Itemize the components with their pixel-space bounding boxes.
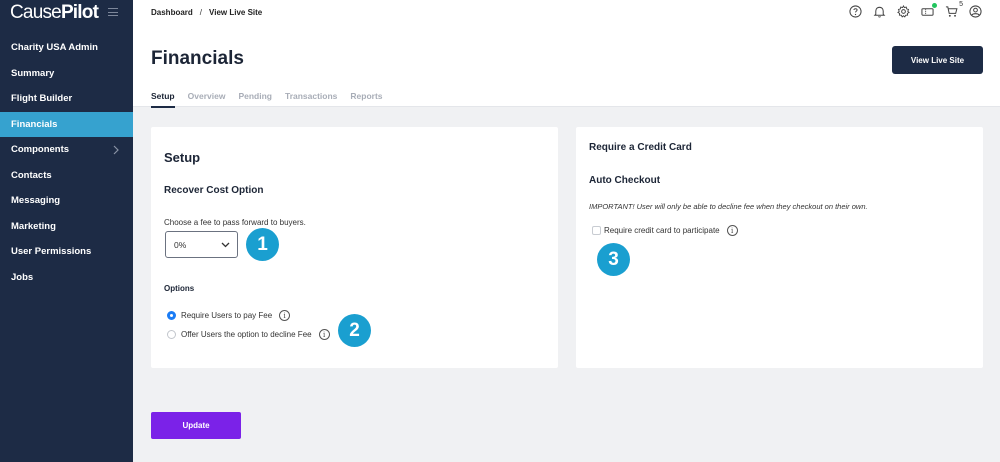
sidebar-item-charity-usa-admin[interactable]: Charity USA Admin [0, 35, 133, 61]
radio-require-fee[interactable] [167, 311, 176, 320]
info-icon[interactable]: i [318, 329, 330, 340]
chevron-down-icon [221, 242, 230, 248]
sidebar-item-contacts[interactable]: Contacts [0, 163, 133, 189]
tab-transactions[interactable]: Transactions [285, 91, 337, 108]
sidebar-item-label: Messaging [11, 195, 61, 207]
fee-select-value: 0% [174, 239, 187, 250]
breadcrumb-view-live-site[interactable]: View Live Site [209, 8, 262, 17]
sidebar-item-user-permissions[interactable]: User Permissions [0, 239, 133, 265]
option-decline-label: Offer Users the option to decline Fee [181, 330, 312, 339]
sidebar-item-label: Financials [11, 118, 58, 130]
sidebar-item-label: Contacts [11, 169, 52, 181]
bell-icon[interactable] [873, 5, 886, 18]
sidebar: CausePilot Charity USA Admin Summary Fli… [0, 0, 133, 462]
sidebar-item-label: Jobs [11, 271, 34, 283]
tab-setup[interactable]: Setup [151, 91, 175, 108]
sidebar-item-label: Marketing [11, 220, 56, 232]
cart-icon[interactable]: 5 [945, 1, 963, 18]
update-button[interactable]: Update [151, 412, 241, 439]
sidebar-item-label: User Permissions [11, 246, 92, 258]
auto-checkout-heading: Auto Checkout [589, 175, 661, 186]
ticket-status-dot [932, 3, 937, 8]
user-icon[interactable] [969, 5, 982, 18]
setup-card: Setup Recover Cost Option Choose a fee t… [151, 127, 558, 368]
option-require-label: Require Users to pay Fee [181, 311, 273, 320]
credit-card-title: Require a Credit Card [589, 142, 692, 153]
chevron-right-icon [113, 145, 119, 155]
tabs: Setup Overview Pending Transactions Repo… [151, 91, 383, 108]
sidebar-item-jobs[interactable]: Jobs [0, 265, 133, 291]
sidebar-item-financials[interactable]: Financials [0, 111, 133, 137]
sidebar-item-label: Charity USA Admin [11, 42, 98, 54]
important-note: IMPORTANT! User will only be able to dec… [589, 202, 868, 211]
help-icon[interactable] [849, 5, 862, 18]
sidebar-item-components[interactable]: Components [0, 137, 133, 163]
require-card-checkbox[interactable] [592, 226, 601, 235]
top-bar: Dashboard / View Live Site 5 [133, 0, 1000, 27]
setup-title: Setup [164, 150, 201, 165]
cart-count-badge: 5 [959, 1, 963, 8]
sidebar-item-marketing[interactable]: Marketing [0, 214, 133, 240]
logo[interactable]: CausePilot [10, 2, 99, 24]
sidebar-item-label: Flight Builder [11, 93, 73, 105]
logo-part1: Cause [10, 2, 62, 23]
require-card-label: Require credit card to participate [604, 226, 720, 235]
fee-label: Choose a fee to pass forward to buyers. [164, 218, 306, 227]
sidebar-item-label: Components [11, 144, 70, 156]
recover-cost-heading: Recover Cost Option [164, 185, 264, 196]
sidebar-item-summary[interactable]: Summary [0, 61, 133, 87]
require-card-row[interactable]: Require credit card to participate i [592, 225, 738, 236]
tab-reports[interactable]: Reports [350, 91, 382, 108]
info-icon[interactable]: i [726, 225, 738, 236]
callout-marker-3: 3 [597, 243, 630, 276]
info-icon[interactable]: i [279, 310, 291, 321]
options-heading: Options [164, 284, 195, 293]
sidebar-item-label: Summary [11, 67, 55, 79]
option-decline-row[interactable]: Offer Users the option to decline Fee i [167, 329, 330, 340]
logo-part2: Pilot [60, 2, 99, 23]
tab-pending[interactable]: Pending [238, 91, 272, 108]
credit-card-card: Require a Credit Card Auto Checkout IMPO… [576, 127, 983, 368]
fee-select[interactable]: 0% [165, 231, 238, 258]
sidebar-item-messaging[interactable]: Messaging [0, 188, 133, 214]
view-live-site-button[interactable]: View Live Site [892, 46, 983, 74]
hamburger-menu-icon[interactable] [108, 8, 118, 17]
tab-overview[interactable]: Overview [188, 91, 226, 108]
breadcrumb-separator: / [199, 8, 203, 17]
radio-decline-fee[interactable] [167, 330, 176, 339]
sidebar-nav: Charity USA Admin Summary Flight Builder… [0, 35, 133, 290]
callout-marker-2: 2 [338, 314, 371, 347]
page-title: Financials [151, 48, 244, 69]
page-header: Financials View Live Site Setup Overview… [133, 27, 1000, 108]
callout-marker-1: 1 [246, 228, 279, 261]
gear-icon[interactable] [897, 5, 910, 18]
breadcrumb-dashboard[interactable]: Dashboard [151, 8, 193, 17]
option-require-row[interactable]: Require Users to pay Fee i [167, 310, 291, 321]
ticket-icon[interactable] [921, 3, 937, 18]
top-icons: 5 [849, 1, 982, 18]
breadcrumb: Dashboard / View Live Site [151, 8, 262, 17]
sidebar-item-flight-builder[interactable]: Flight Builder [0, 86, 133, 112]
